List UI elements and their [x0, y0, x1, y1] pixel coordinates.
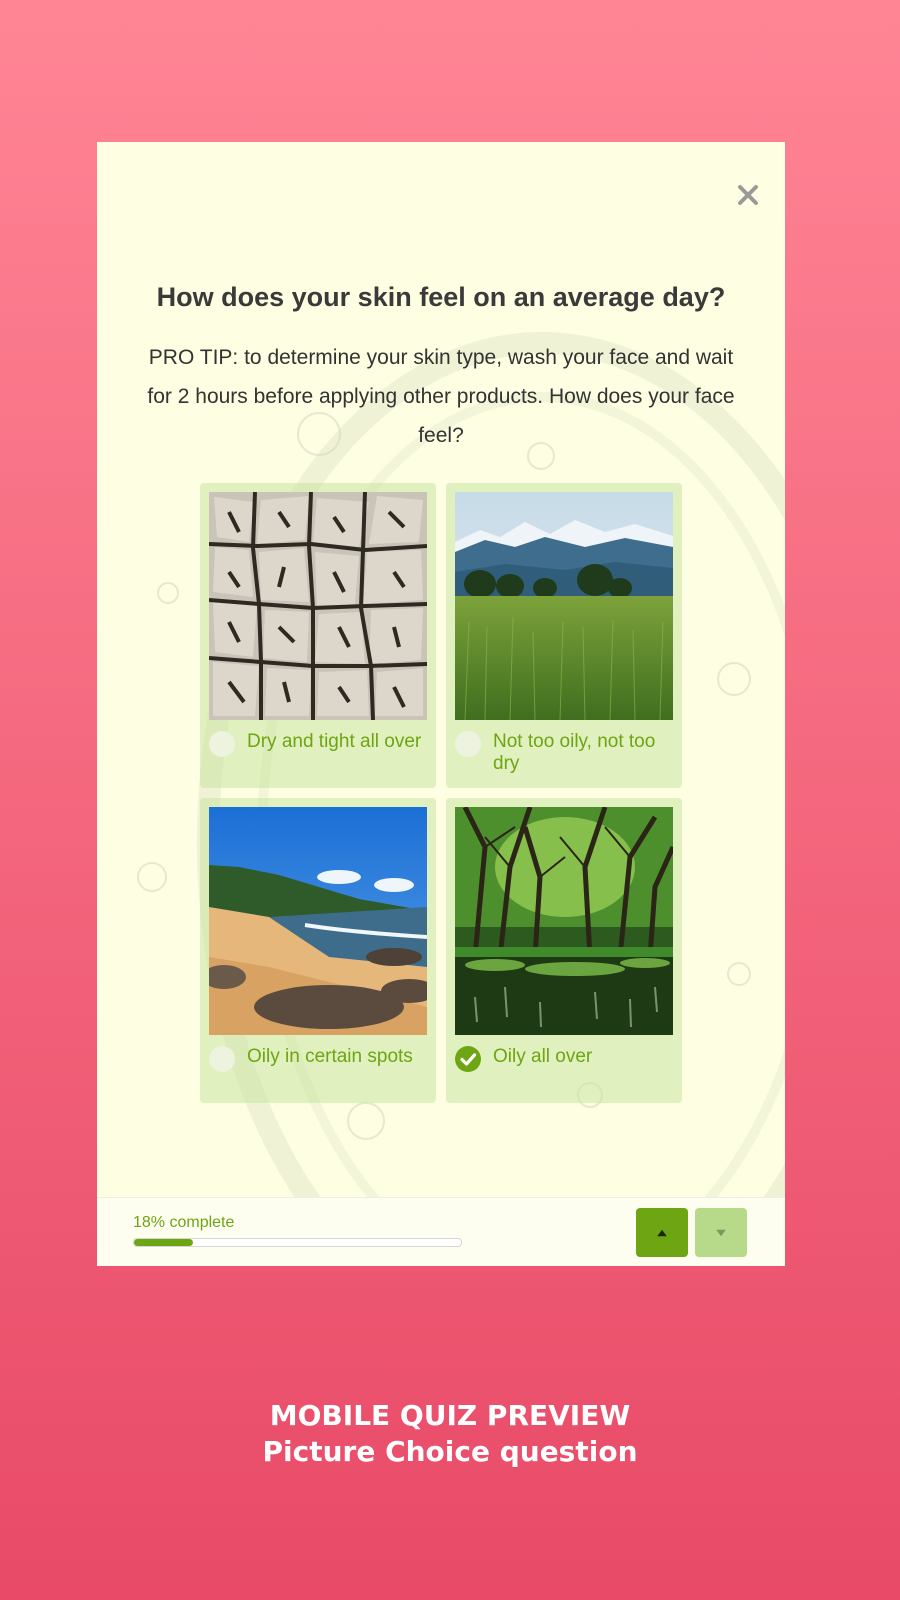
checkmark-icon: [460, 1053, 477, 1066]
question-subtitle: PRO TIP: to determine your skin type, wa…: [147, 346, 735, 447]
progress-bar: [133, 1238, 462, 1247]
swamp-forest-image: [455, 807, 673, 1035]
option-label: Dry and tight all over: [247, 731, 422, 752]
background-bubble: [137, 862, 167, 892]
background-bubble: [157, 582, 179, 604]
preview-caption: MOBILE QUIZ PREVIEW Picture Choice quest…: [0, 1398, 900, 1470]
caret-up-icon: [657, 1229, 667, 1236]
caret-down-icon: [716, 1229, 726, 1236]
quiz-card: How does your skin feel on an average da…: [97, 142, 785, 1266]
quiz-footer: 18% complete: [97, 1197, 785, 1266]
progress-label: 18% complete: [133, 1214, 235, 1231]
caption-title: MOBILE QUIZ PREVIEW: [269, 1399, 631, 1432]
option-radio-checked[interactable]: [455, 1046, 481, 1072]
sandy-beach-rocks-image: [209, 807, 427, 1035]
option-oily-in-spots[interactable]: Oily in certain spots: [200, 798, 436, 1103]
option-not-too-oily[interactable]: Not too oily, not too dry: [446, 483, 682, 788]
cracked-dry-earth-image: [209, 492, 427, 720]
progress-bar-fill: [134, 1239, 193, 1246]
option-oily-all-over[interactable]: Oily all over: [446, 798, 682, 1103]
green-meadow-mountains-image: [455, 492, 673, 720]
option-dry-and-tight[interactable]: Dry and tight all over: [200, 483, 436, 788]
background-bubble: [727, 962, 751, 986]
close-button[interactable]: [735, 182, 761, 208]
close-icon: [738, 185, 758, 205]
option-label: Not too oily, not too dry: [493, 731, 656, 774]
background-bubble: [347, 1102, 385, 1140]
option-radio[interactable]: [455, 731, 481, 757]
caption-subtitle: Picture Choice question: [262, 1435, 638, 1468]
option-radio[interactable]: [209, 731, 235, 757]
question-title: How does your skin feel on an average da…: [156, 282, 726, 312]
option-radio[interactable]: [209, 1046, 235, 1072]
background-bubble: [717, 662, 751, 696]
option-label: Oily all over: [493, 1046, 593, 1067]
next-question-button[interactable]: [695, 1208, 747, 1257]
previous-question-button[interactable]: [636, 1208, 688, 1257]
option-label: Oily in certain spots: [247, 1046, 413, 1067]
